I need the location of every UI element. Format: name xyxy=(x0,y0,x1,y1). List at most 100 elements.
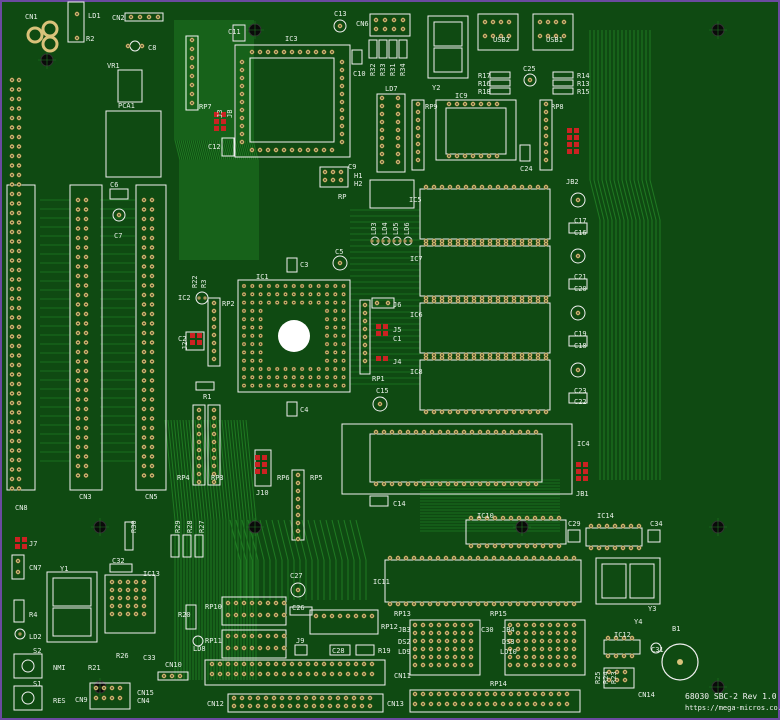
drill-hole xyxy=(267,602,269,604)
drill-hole xyxy=(111,589,113,591)
drill-hole xyxy=(566,703,568,705)
drill-hole xyxy=(17,560,19,562)
drill-hole xyxy=(18,449,20,452)
drill-hole xyxy=(334,384,337,387)
drill-hole xyxy=(494,703,496,705)
drill-hole xyxy=(433,300,435,302)
drill-hole xyxy=(449,411,451,413)
drill-hole xyxy=(509,656,511,658)
drill-hole xyxy=(11,307,13,309)
drill-hole xyxy=(342,335,345,337)
label-c4: C4 xyxy=(300,406,309,414)
drill-hole xyxy=(430,640,432,642)
drill-hole xyxy=(545,127,547,129)
drill-hole xyxy=(371,663,373,665)
drill-hole xyxy=(323,51,325,53)
drill-hole xyxy=(339,25,341,27)
drill-hole xyxy=(383,431,385,433)
drill-hole xyxy=(317,368,320,370)
label-cn9: CN9 xyxy=(75,696,88,704)
drill-hole xyxy=(18,297,20,300)
drill-hole xyxy=(486,545,488,547)
drill-hole xyxy=(402,28,404,30)
drill-hole xyxy=(213,433,215,435)
drill-hole xyxy=(438,693,440,695)
drill-hole xyxy=(384,28,386,30)
drill-hole xyxy=(18,354,20,357)
drill-hole xyxy=(393,28,395,30)
label-rp4: RP4 xyxy=(177,474,190,482)
drill-hole xyxy=(606,547,608,549)
drill-hole xyxy=(347,615,349,617)
drill-hole xyxy=(441,186,443,188)
drill-hole xyxy=(454,656,456,658)
jb2-jumper xyxy=(574,128,579,133)
drill-hole xyxy=(235,673,237,675)
drill-hole xyxy=(590,547,592,549)
drill-hole xyxy=(340,171,342,173)
jb2-jumper xyxy=(567,135,572,140)
drill-hole xyxy=(545,159,547,161)
drill-hole xyxy=(481,243,483,245)
drill-hole xyxy=(11,212,13,214)
drill-hole xyxy=(211,673,213,675)
drill-hole xyxy=(284,384,287,387)
drill-hole xyxy=(425,243,427,245)
drill-hole xyxy=(267,149,269,151)
label-c34: C34 xyxy=(650,520,663,528)
drill-hole xyxy=(143,370,145,372)
drill-hole xyxy=(525,624,527,626)
drill-hole xyxy=(438,664,440,666)
drill-hole xyxy=(151,360,153,363)
label-cn15: CN15 xyxy=(137,689,154,697)
drill-hole xyxy=(488,155,490,157)
drill-hole xyxy=(462,648,464,650)
drill-hole xyxy=(18,240,20,243)
drill-hole xyxy=(529,186,531,188)
drill-hole xyxy=(463,483,465,485)
drill-hole xyxy=(492,21,494,23)
drill-hole xyxy=(505,186,507,188)
drill-hole xyxy=(143,581,145,583)
drill-hole xyxy=(590,525,592,527)
drill-hole xyxy=(259,635,261,637)
drill-hole xyxy=(505,300,507,302)
drill-hole xyxy=(457,300,459,302)
drill-hole xyxy=(85,208,87,211)
drill-hole xyxy=(275,51,277,53)
drill-hole xyxy=(267,663,269,665)
drill-hole xyxy=(317,384,320,387)
drill-hole xyxy=(417,159,419,161)
drill-hole xyxy=(111,581,113,583)
drill-hole xyxy=(541,557,543,559)
drill-hole xyxy=(309,285,312,287)
drill-hole xyxy=(251,376,254,379)
drill-hole xyxy=(496,155,498,157)
drill-hole xyxy=(259,343,262,345)
drill-hole xyxy=(369,697,371,699)
drill-hole xyxy=(363,673,365,675)
drill-hole xyxy=(577,199,579,201)
drill-hole xyxy=(275,635,277,637)
drill-hole xyxy=(85,303,87,306)
drill-hole xyxy=(541,603,543,605)
drill-hole xyxy=(241,77,243,79)
drill-hole xyxy=(235,635,237,637)
label-ld3: LD3 xyxy=(370,222,378,235)
drill-hole xyxy=(534,693,536,695)
drill-hole xyxy=(259,614,261,616)
drill-hole xyxy=(243,635,245,637)
drill-hole xyxy=(478,545,480,547)
drill-hole xyxy=(135,613,137,615)
label-c3: C3 xyxy=(300,261,309,269)
drill-hole xyxy=(638,525,640,527)
drill-hole xyxy=(243,343,245,345)
drill-hole xyxy=(331,149,333,151)
drill-hole xyxy=(341,117,343,119)
drill-hole xyxy=(417,135,419,137)
drill-hole xyxy=(399,483,401,485)
drill-hole xyxy=(151,275,153,277)
drill-hole xyxy=(558,545,560,547)
drill-hole xyxy=(638,547,640,549)
drill-hole xyxy=(445,557,447,559)
